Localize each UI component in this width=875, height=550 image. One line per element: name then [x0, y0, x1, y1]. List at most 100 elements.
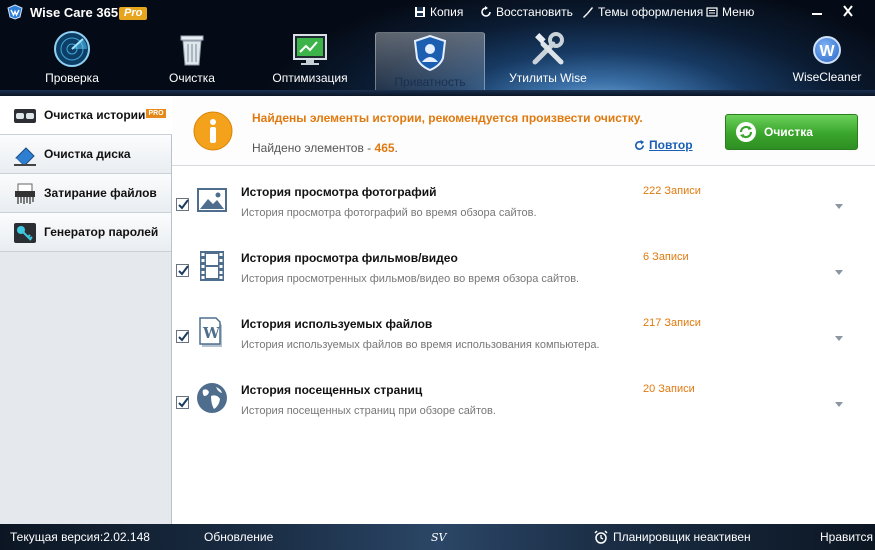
expand-arrow-icon[interactable] — [835, 270, 843, 276]
row-title-pages: История посещенных страниц — [241, 383, 423, 397]
restore-link[interactable]: Восстановить — [480, 5, 573, 19]
status-bar: Текущая версия:2.02.148 Обновление SV Пл… — [0, 524, 875, 550]
themes-label: Темы оформления — [598, 5, 704, 19]
row-desc-pages: История посещенных страниц при обзоре са… — [241, 405, 496, 417]
top-header: Wise Care 365 Pro Копия Восстановить Тем… — [0, 0, 875, 96]
title-bar: Wise Care 365 Pro Копия Восстановить Тем… — [0, 0, 875, 24]
alarm-clock-icon — [594, 530, 608, 544]
current-version: Текущая версия:2.02.148 — [10, 530, 150, 544]
svg-text:W: W — [202, 324, 221, 342]
expand-arrow-icon[interactable] — [835, 336, 843, 342]
pro-badge: Pro — [119, 7, 148, 20]
sidebar: Очистка истории PRO Очистка диска Затиран… — [0, 96, 172, 524]
tools-icon — [532, 32, 564, 65]
sidebar-pro-badge: PRO — [146, 108, 166, 118]
radar-icon — [54, 31, 90, 67]
sv-mark: SV — [431, 531, 447, 544]
film-icon — [200, 251, 224, 281]
retry-label: Повтор — [649, 138, 693, 152]
row-desc-photos: История просмотра фотографий во время об… — [241, 207, 537, 219]
close-icon[interactable] — [841, 5, 855, 17]
nav-optimize[interactable]: Оптимизация — [266, 30, 354, 92]
row-title-videos: История просмотра фильмов/видео — [241, 251, 458, 265]
like-link[interactable]: Нравится — [820, 530, 873, 544]
menu-icon — [706, 7, 718, 17]
shield-icon — [413, 34, 447, 72]
row-checkbox-videos[interactable] — [176, 264, 189, 277]
row-checkbox-files[interactable] — [176, 330, 189, 343]
wisecleaner-logo-icon: W — [813, 36, 841, 64]
found-items-label: Найдено элементов - — [252, 141, 375, 155]
nav-clean[interactable]: Очистка — [154, 30, 230, 92]
nav-privacy[interactable]: Приватность — [375, 32, 485, 94]
menu-link[interactable]: Меню — [706, 5, 754, 19]
row-count-files: 217 Записи — [643, 317, 701, 329]
sidebar-item-disk-label: Очистка диска — [44, 147, 131, 161]
themes-icon — [583, 7, 593, 18]
scan-result-banner: Найдены элементы истории, рекомендуется … — [172, 96, 875, 166]
scheduler-label: Планировщик неактивен — [613, 530, 751, 544]
nav-clean-label: Очистка — [169, 71, 215, 85]
history-row-pages: История посещенных страниц История посещ… — [172, 364, 875, 430]
row-desc-videos: История просмотренных фильмов/видео во в… — [241, 273, 580, 285]
update-link[interactable]: Обновление — [204, 530, 273, 544]
found-items-count: 465 — [374, 141, 395, 155]
document-icon: W — [199, 317, 222, 347]
minimize-icon[interactable] — [810, 5, 824, 17]
expand-arrow-icon[interactable] — [835, 402, 843, 408]
info-icon — [193, 111, 233, 151]
menu-label: Меню — [722, 5, 755, 19]
row-checkbox-photos[interactable] — [176, 198, 189, 211]
row-desc-files: История используемых файлов во время исп… — [241, 339, 600, 351]
retry-link[interactable]: Повтор — [634, 138, 693, 152]
sidebar-item-password-label: Генератор паролей — [44, 225, 159, 239]
key-icon — [14, 223, 36, 243]
themes-link[interactable]: Темы оформления — [582, 5, 703, 19]
clean-button-label: Очистка — [764, 125, 813, 139]
recycle-icon — [736, 122, 756, 142]
nav-optimize-label: Оптимизация — [272, 71, 348, 85]
row-count-videos: 6 Записи — [643, 251, 689, 263]
nav-utilities[interactable]: Утилиты Wise — [503, 30, 593, 92]
globe-icon — [197, 383, 227, 413]
eraser-icon — [14, 147, 36, 166]
restore-icon — [481, 6, 491, 17]
nav-check[interactable]: Проверка — [34, 30, 110, 92]
scheduler-status[interactable]: Планировщик неактивен — [594, 530, 751, 544]
restore-label: Восстановить — [496, 5, 573, 19]
sidebar-item-shredder[interactable]: Затирание файлов — [0, 174, 171, 213]
shredder-icon — [15, 183, 35, 204]
wisecleaner-link[interactable]: W WiseCleaner — [788, 30, 866, 92]
nav-check-label: Проверка — [45, 71, 99, 85]
row-title-files: История используемых файлов — [241, 317, 433, 331]
history-row-files: W История используемых файлов История ис… — [172, 298, 875, 364]
backup-label: Копия — [430, 5, 464, 19]
history-row-videos: История просмотра фильмов/видео История … — [172, 232, 875, 298]
sidebar-item-disk[interactable]: Очистка диска — [0, 135, 171, 174]
trash-icon — [180, 35, 204, 66]
sidebar-item-history[interactable]: Очистка истории PRO — [0, 96, 172, 135]
history-row-photos: История просмотра фотографий История про… — [172, 166, 875, 232]
expand-arrow-icon[interactable] — [835, 204, 843, 210]
save-icon — [415, 7, 425, 17]
sidebar-item-shredder-label: Затирание файлов — [44, 186, 157, 200]
refresh-icon — [635, 139, 645, 150]
found-items-text: Найдено элементов - 465. — [252, 141, 398, 155]
backup-link[interactable]: Копия — [414, 5, 463, 19]
picture-icon — [197, 188, 227, 212]
sidebar-item-password[interactable]: Генератор паролей — [0, 213, 171, 252]
clean-button[interactable]: Очистка — [725, 114, 858, 150]
row-count-photos: 222 Записи — [643, 185, 701, 197]
monitor-icon — [293, 34, 327, 65]
app-title: Wise Care 365 — [30, 5, 119, 20]
nav-privacy-label: Приватность — [394, 75, 466, 89]
glasses-icon — [14, 109, 36, 123]
nav-utilities-label: Утилиты Wise — [509, 71, 587, 85]
row-title-photos: История просмотра фотографий — [241, 185, 437, 199]
scan-result-message: Найдены элементы истории, рекомендуется … — [252, 111, 643, 125]
found-items-suffix: . — [394, 141, 398, 155]
row-checkbox-pages[interactable] — [176, 396, 189, 409]
row-count-pages: 20 Записи — [643, 383, 695, 395]
app-logo-icon — [7, 4, 23, 20]
main-content: Найдены элементы истории, рекомендуется … — [172, 96, 875, 524]
